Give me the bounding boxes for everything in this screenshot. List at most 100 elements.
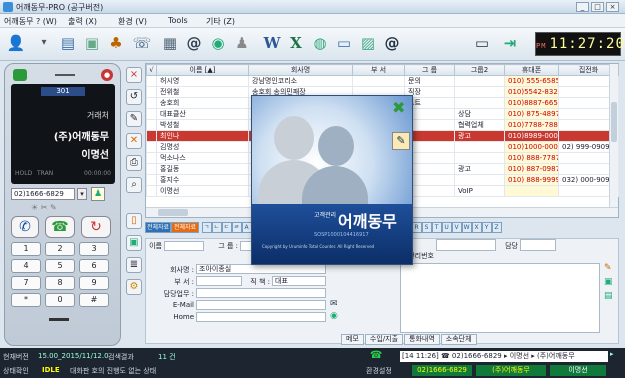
tab-call-history[interactable]: 통화내역 (404, 334, 440, 345)
key-3[interactable]: 3 (79, 242, 109, 256)
close-button[interactable]: × (606, 2, 619, 12)
delete-icon[interactable]: ✕ (126, 133, 142, 149)
filter-letter[interactable]: W (461, 222, 472, 233)
row-checkbox[interactable] (146, 174, 157, 186)
answer-button[interactable]: ☎ (45, 216, 75, 238)
key-7[interactable]: 7 (11, 276, 41, 290)
group-icon[interactable]: ♣ (106, 33, 126, 53)
key-8[interactable]: 8 (45, 276, 75, 290)
col-mobile[interactable]: 휴대폰 (504, 64, 559, 76)
code-field[interactable] (436, 239, 496, 251)
title-field[interactable]: 대표 (272, 276, 326, 286)
row-checkbox[interactable] (146, 130, 157, 142)
filter-letter[interactable]: ㄴ (211, 222, 222, 233)
row-checkbox[interactable] (146, 152, 157, 164)
scroll-thumb[interactable] (158, 209, 188, 216)
setting-label[interactable]: 환경설정 (366, 366, 392, 376)
filter-letter[interactable]: Z (491, 222, 502, 233)
note-icon[interactable]: ▨ (358, 33, 378, 53)
dept-field[interactable] (196, 276, 242, 286)
menu-print[interactable]: 출력 (X) (68, 16, 97, 27)
splash-edit-icon[interactable]: ✎ (392, 132, 410, 150)
dial-number-input[interactable]: 02)1666-6829 (11, 188, 75, 200)
filter-all[interactable]: 전체자료 (145, 222, 171, 233)
key-star[interactable]: * (11, 293, 41, 307)
menu-tools[interactable]: Tools (168, 16, 188, 25)
filter-letter[interactable]: T (431, 222, 442, 233)
key-0[interactable]: 0 (45, 293, 75, 307)
col-dept[interactable]: 부 서 (352, 64, 405, 76)
key-1[interactable]: 1 (11, 242, 41, 256)
exit-icon[interactable]: ⇥ (500, 33, 520, 53)
row-checkbox[interactable] (146, 75, 157, 87)
menu-etc[interactable]: 기타 (Z) (206, 16, 235, 27)
word-icon[interactable]: W (262, 33, 282, 53)
tab-memo[interactable]: 메모 (341, 334, 364, 345)
recent-call-log[interactable]: [14 11:26] ☎ 02)1666-6829 ▸ 이명선 ▸ (주)어깨동… (400, 351, 608, 362)
call-button[interactable]: ✆ (11, 216, 39, 238)
filter-letter[interactable]: U (441, 222, 452, 233)
folder-icon[interactable]: ▯ (126, 213, 142, 229)
filter-letter[interactable]: ㄱ (201, 222, 212, 233)
hangup-button[interactable]: ↻ (81, 216, 111, 238)
calendar-icon[interactable]: ▦ (160, 33, 180, 53)
person-icon[interactable]: ♟ (232, 33, 252, 53)
dropdown-icon[interactable]: ▾ (34, 33, 54, 53)
row-checkbox[interactable] (146, 86, 157, 98)
col-check[interactable]: √ (146, 64, 157, 76)
send-mail-icon[interactable]: ✉ (330, 299, 338, 309)
row-checkbox[interactable] (146, 185, 157, 197)
col-group[interactable]: 그 룹 (404, 64, 455, 76)
key-hash[interactable]: # (79, 293, 109, 307)
phone-tools-icons[interactable]: ☀ ✂ ✎ (31, 203, 57, 212)
filter-letter[interactable]: R (411, 222, 422, 233)
manager-select[interactable] (520, 239, 556, 251)
row-checkbox[interactable] (146, 108, 157, 120)
email-field[interactable] (196, 300, 326, 310)
key-9[interactable]: 9 (79, 276, 109, 290)
filter-letter[interactable]: Y (481, 222, 492, 233)
memo-area[interactable] (400, 263, 600, 333)
key-5[interactable]: 5 (45, 259, 75, 273)
excel-icon[interactable]: X (286, 33, 306, 53)
col-company[interactable]: 회사명 (248, 64, 353, 76)
homepage-field[interactable] (196, 312, 326, 322)
edit-icon[interactable]: ✎ (126, 111, 142, 127)
row-checkbox[interactable] (146, 119, 157, 131)
company-field[interactable]: 조아이종실 (196, 264, 326, 274)
settings-icon[interactable]: ⚙ (126, 279, 142, 295)
history-icon[interactable]: ↺ (126, 89, 142, 105)
menu-main[interactable]: 어깨동무 ? (W) (4, 16, 57, 27)
filter-letter[interactable]: X (471, 222, 482, 233)
splash-close-icon[interactable]: ✖ (392, 100, 408, 116)
phone-book-icon[interactable]: ☏ (132, 33, 152, 53)
memo-save-icon[interactable]: ▣ (604, 277, 613, 287)
phone-badge-icon[interactable]: ● (101, 69, 113, 81)
filter-letter[interactable]: S (421, 222, 432, 233)
print-icon[interactable]: ⎙ (126, 155, 142, 171)
number-dropdown-icon[interactable]: ▾ (77, 188, 87, 200)
vertical-scrollbar[interactable] (609, 64, 618, 207)
task-field[interactable] (196, 288, 326, 298)
tab-organizations[interactable]: 소속단체 (440, 334, 477, 345)
row-checkbox[interactable] (146, 163, 157, 175)
list-icon[interactable]: ▤ (58, 33, 78, 53)
close-list-icon[interactable]: × (126, 67, 142, 83)
col-group2[interactable]: 그룹2 (454, 64, 505, 76)
contact-lookup-icon[interactable]: ♟ (91, 187, 105, 201)
user-icon[interactable]: 👤 (6, 33, 26, 53)
mail-at-icon[interactable]: @ (382, 33, 402, 53)
filter-letter[interactable]: ㄷ (221, 222, 232, 233)
minimize-button[interactable]: _ (576, 2, 589, 12)
excel-export-icon[interactable]: ▣ (126, 235, 142, 251)
globe-icon[interactable]: ◉ (208, 33, 228, 53)
tab-income-expense[interactable]: 수입/지출 (364, 334, 404, 345)
vscroll-thumb[interactable] (611, 102, 617, 142)
filter-letter[interactable]: ㄹ (231, 222, 242, 233)
table-row[interactable]: 허시영 강남명인코리소 문의 010) 555-6585 (146, 75, 619, 87)
row-checkbox[interactable] (146, 141, 157, 153)
memo-edit-icon[interactable]: ✎ (604, 263, 612, 273)
name-field[interactable] (164, 241, 204, 251)
sms-icon[interactable]: ▭ (334, 33, 354, 53)
key-4[interactable]: 4 (11, 259, 41, 273)
